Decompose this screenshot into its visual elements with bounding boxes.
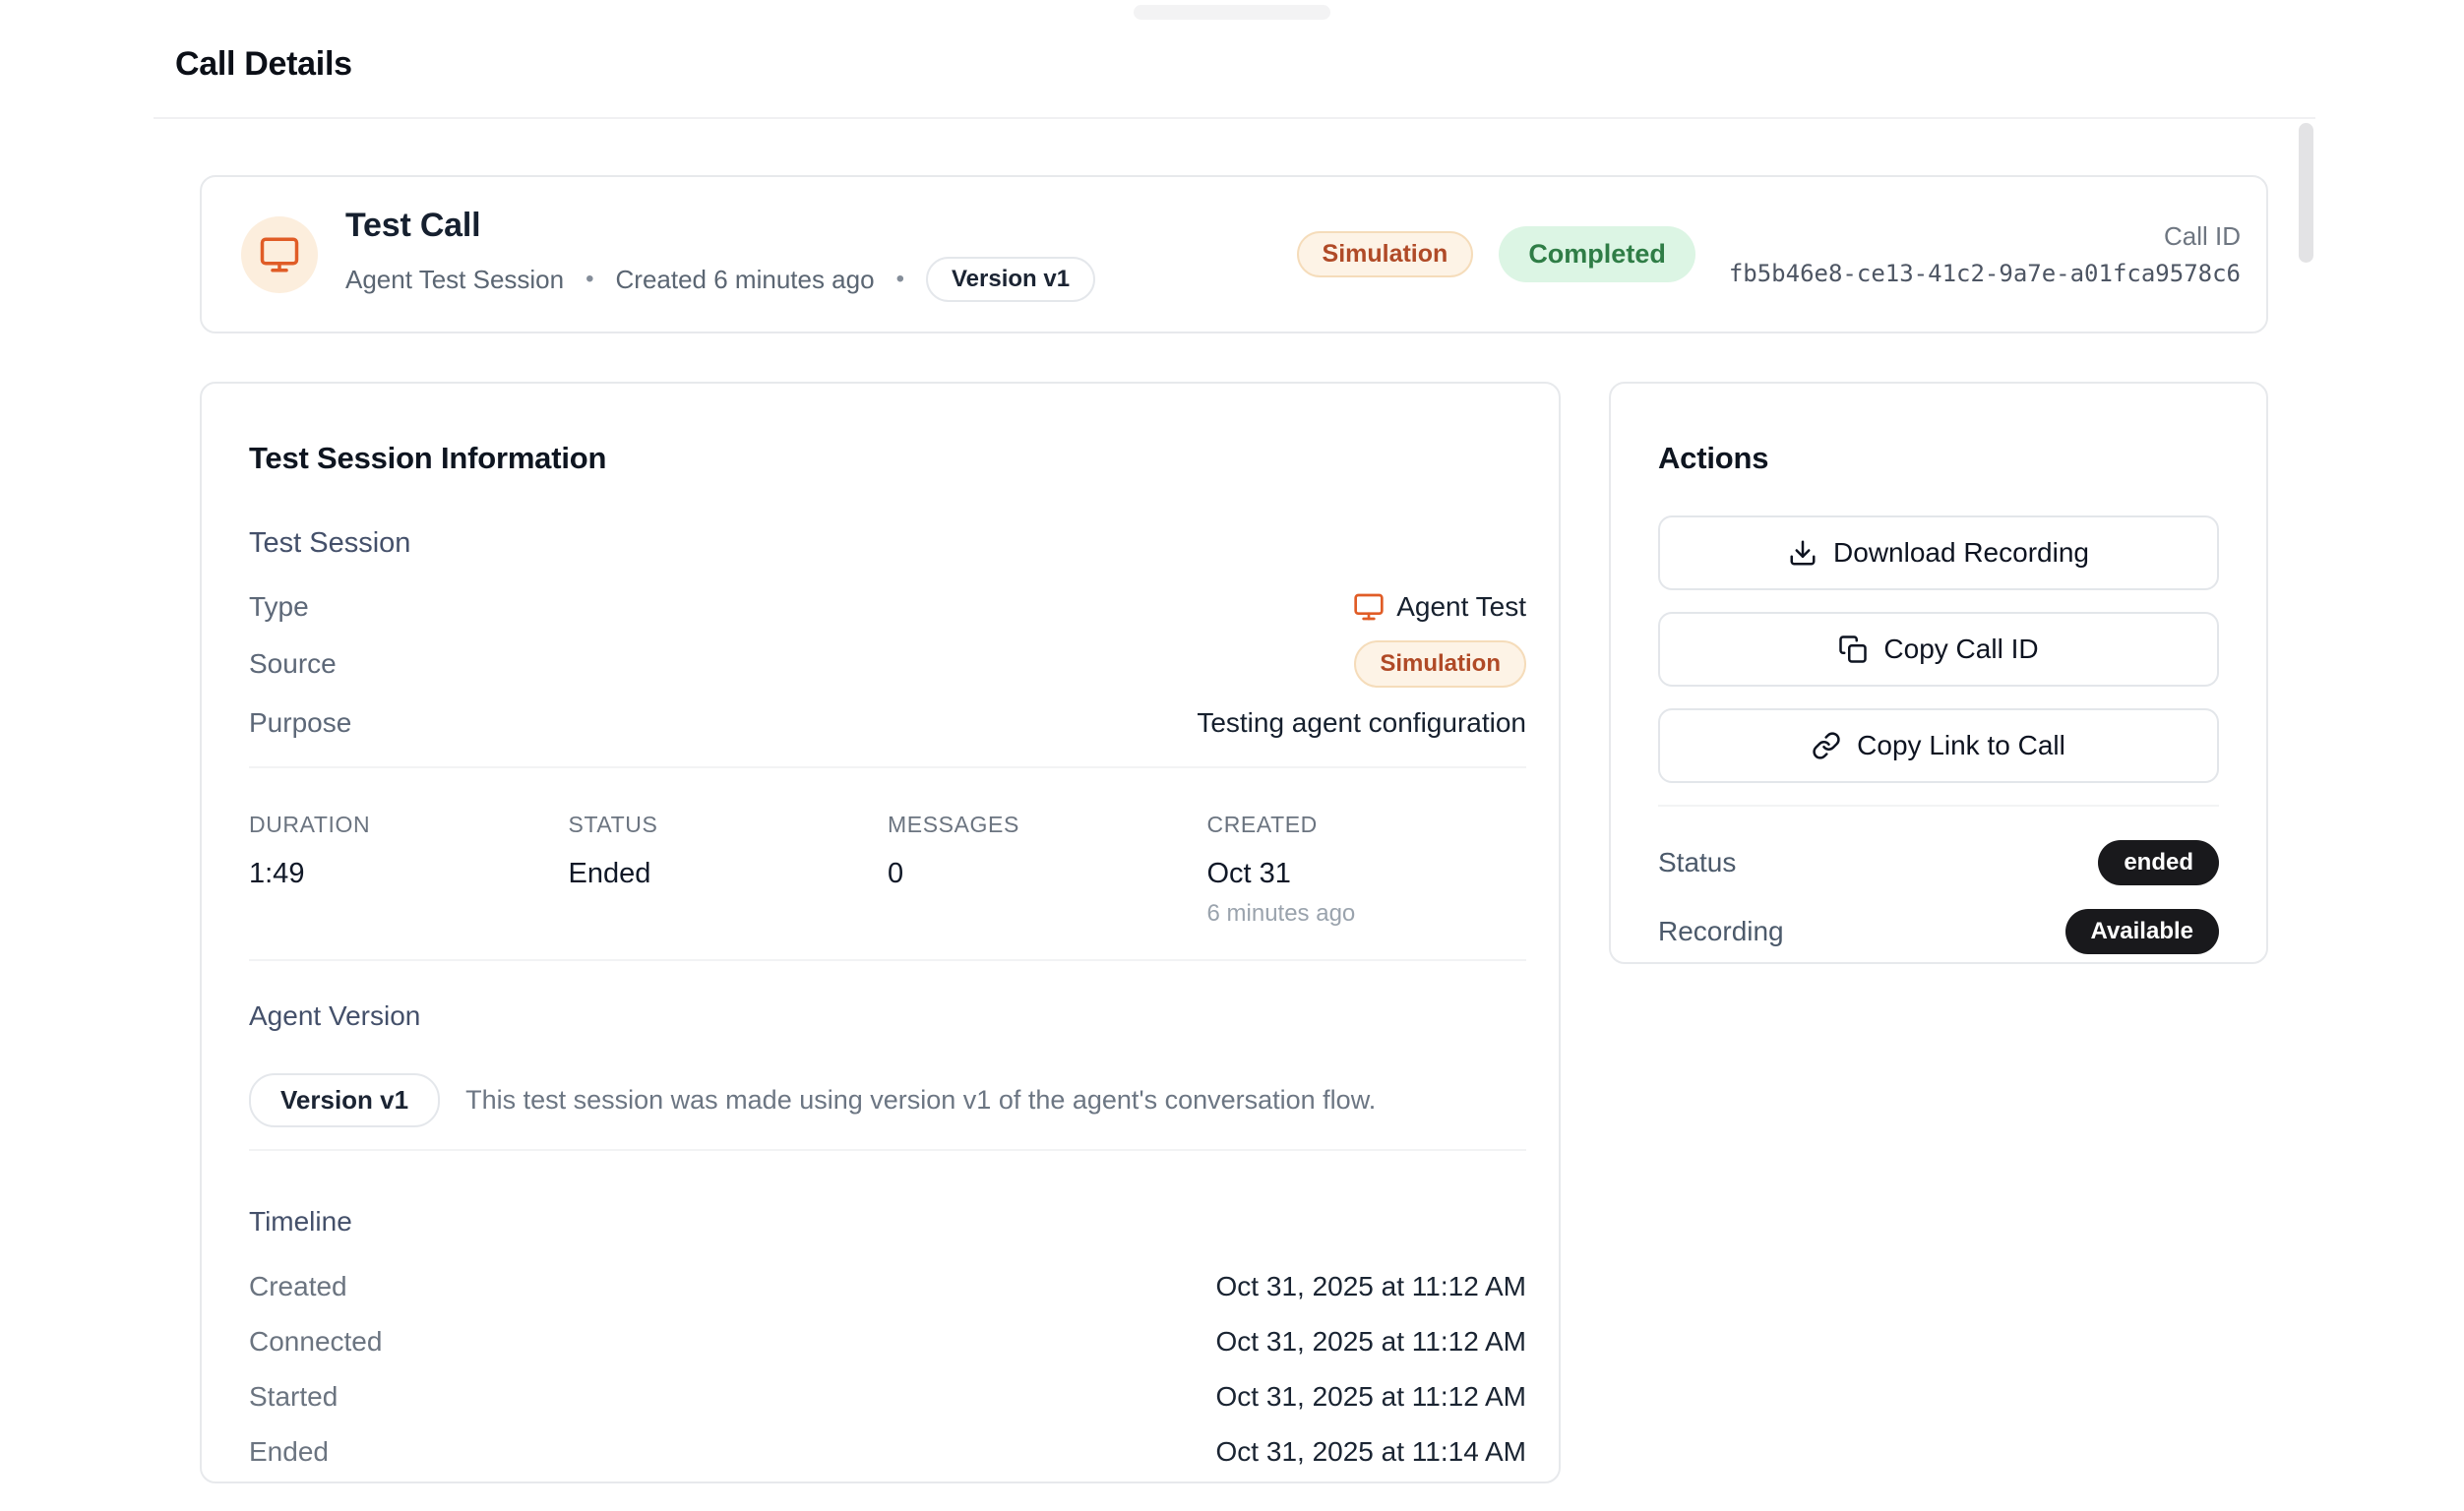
timeline-label: Created — [249, 1271, 347, 1302]
actions-card: Actions Download Recording Copy Call ID … — [1609, 382, 2268, 964]
modal-drag-handle[interactable] — [1134, 5, 1330, 20]
timeline-value: Oct 31, 2025 at 11:12 AM — [1216, 1271, 1526, 1302]
timeline-label: Connected — [249, 1326, 382, 1358]
monitor-icon — [1353, 591, 1385, 623]
info-row-purpose: Purpose Testing agent configuration — [249, 707, 1526, 739]
info-row-source: Source Simulation — [249, 640, 1526, 688]
simulation-badge: Simulation — [1297, 231, 1474, 277]
bullet-separator: • — [585, 266, 593, 293]
stat-value: Ended — [569, 858, 889, 890]
recording-badge: Available — [2065, 909, 2220, 954]
stat-label: MESSAGES — [888, 812, 1207, 838]
stat-created-relative: 6 minutes ago — [1207, 900, 1527, 928]
call-subtitle-session: Agent Test Session — [345, 265, 564, 295]
purpose-value: Testing agent configuration — [1197, 707, 1526, 739]
status-label: Status — [1658, 847, 1736, 878]
agent-version-badge: Version v1 — [249, 1073, 440, 1127]
stat-created: CREATED Oct 31 6 minutes ago — [1207, 812, 1527, 928]
call-title: Test Call — [345, 207, 1095, 245]
info-row-type: Type Agent Test — [249, 591, 1526, 623]
type-label: Type — [249, 591, 309, 623]
recording-label: Recording — [1658, 916, 1784, 947]
download-recording-button[interactable]: Download Recording — [1658, 515, 2219, 590]
stat-label: CREATED — [1207, 812, 1527, 838]
stat-duration: DURATION 1:49 — [249, 812, 569, 928]
agent-version-heading: Agent Version — [249, 1000, 1526, 1032]
type-value: Agent Test — [1396, 591, 1526, 623]
session-info-subheading: Test Session — [249, 527, 1526, 560]
timeline-row-connected: Connected Oct 31, 2025 at 11:12 AM — [249, 1326, 1526, 1358]
copy-call-id-button[interactable]: Copy Call ID — [1658, 612, 2219, 687]
section-divider — [1658, 805, 2219, 807]
call-subtitle-created: Created 6 minutes ago — [616, 265, 875, 295]
header-divider — [154, 117, 2315, 119]
agent-version-description: This test session was made using version… — [465, 1085, 1376, 1116]
timeline-label: Started — [249, 1381, 338, 1413]
timeline-value: Oct 31, 2025 at 11:12 AM — [1216, 1381, 1526, 1413]
stat-label: DURATION — [249, 812, 569, 838]
recording-row: Recording Available — [1658, 909, 2219, 954]
stat-label: STATUS — [569, 812, 889, 838]
call-summary-card: Test Call Agent Test Session • Created 6… — [200, 175, 2268, 333]
timeline-label: Ended — [249, 1436, 329, 1468]
link-icon — [1812, 731, 1841, 760]
timeline-value: Oct 31, 2025 at 11:14 AM — [1216, 1436, 1526, 1468]
timeline-heading: Timeline — [249, 1206, 1526, 1238]
call-type-avatar — [241, 216, 318, 293]
timeline-row-started: Started Oct 31, 2025 at 11:12 AM — [249, 1381, 1526, 1413]
timeline-value: Oct 31, 2025 at 11:12 AM — [1216, 1326, 1526, 1358]
stat-status: STATUS Ended — [569, 812, 889, 928]
section-divider — [249, 1149, 1526, 1151]
call-id-label: Call ID — [1729, 221, 2241, 252]
status-row: Status ended — [1658, 840, 2219, 885]
copy-icon — [1838, 635, 1868, 664]
button-label: Copy Link to Call — [1857, 730, 2065, 761]
stat-value: 1:49 — [249, 858, 569, 890]
button-label: Copy Call ID — [1883, 634, 2038, 665]
vertical-scrollbar-thumb[interactable] — [2299, 123, 2313, 263]
agent-version-row: Version v1 This test session was made us… — [249, 1073, 1526, 1127]
status-badge: ended — [2098, 840, 2219, 885]
actions-heading: Actions — [1658, 441, 2219, 476]
section-divider — [249, 766, 1526, 768]
stat-value: Oct 31 — [1207, 858, 1527, 890]
source-label: Source — [249, 648, 337, 680]
source-simulation-badge: Simulation — [1354, 640, 1526, 688]
timeline-row-ended: Ended Oct 31, 2025 at 11:14 AM — [249, 1436, 1526, 1468]
completed-badge: Completed — [1499, 226, 1695, 282]
stat-messages: MESSAGES 0 — [888, 812, 1207, 928]
bullet-separator: • — [896, 266, 904, 293]
download-icon — [1788, 538, 1817, 568]
section-divider — [249, 959, 1526, 961]
page-title: Call Details — [175, 45, 352, 84]
monitor-icon — [259, 234, 300, 275]
session-info-heading: Test Session Information — [249, 441, 1526, 476]
button-label: Download Recording — [1833, 537, 2089, 569]
stat-value: 0 — [888, 858, 1207, 890]
timeline-row-created: Created Oct 31, 2025 at 11:12 AM — [249, 1271, 1526, 1302]
purpose-label: Purpose — [249, 707, 351, 739]
version-badge: Version v1 — [926, 257, 1095, 302]
test-session-info-card: Test Session Information Test Session Ty… — [200, 382, 1561, 1483]
copy-link-to-call-button[interactable]: Copy Link to Call — [1658, 708, 2219, 783]
call-id-value: fb5b46e8-ce13-41c2-9a7e-a01fca9578c6 — [1729, 260, 2241, 287]
call-stats: DURATION 1:49 STATUS Ended MESSAGES 0 CR… — [249, 812, 1526, 928]
